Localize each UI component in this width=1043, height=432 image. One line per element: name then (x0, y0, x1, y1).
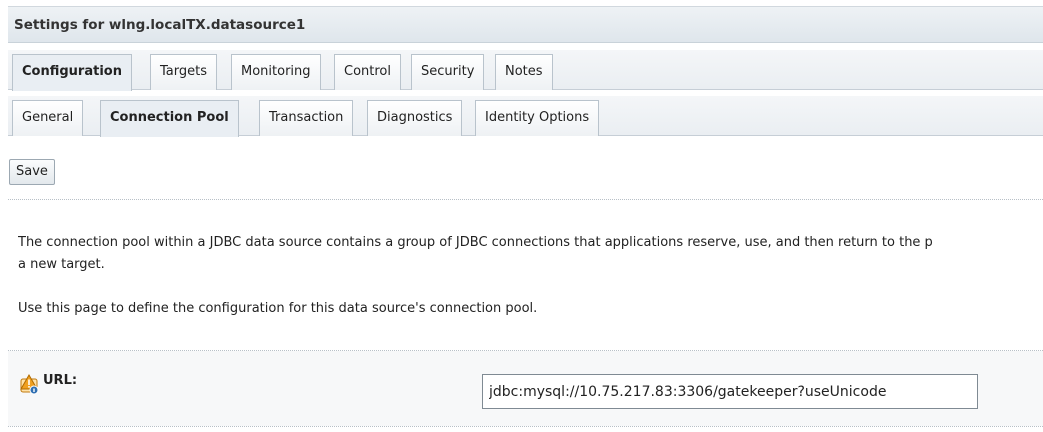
info-warning-icon[interactable] (18, 373, 40, 395)
tab-configuration[interactable]: Configuration (12, 54, 132, 91)
tab-identity-options[interactable]: Identity Options (475, 100, 600, 136)
tab-general[interactable]: General (12, 100, 84, 136)
divider (8, 199, 1043, 200)
tab-notes[interactable]: Notes (495, 54, 553, 90)
url-label: URL: (43, 373, 78, 388)
tab-connection-pool[interactable]: Connection Pool (100, 100, 239, 137)
tab-monitoring[interactable]: Monitoring (231, 54, 321, 90)
tab-transaction[interactable]: Transaction (259, 100, 354, 136)
primary-tab-bar: Configuration Targets Monitoring Control… (8, 50, 1043, 91)
secondary-tab-bar: General Connection Pool Transaction Diag… (8, 96, 1043, 137)
page-header: Settings for wlng.localTX.datasource1 (8, 6, 1043, 43)
divider (8, 426, 1043, 427)
page: Settings for wlng.localTX.datasource1 Co… (0, 0, 1043, 432)
url-field-row: URL: (8, 351, 1043, 426)
page-title: Settings for wlng.localTX.datasource1 (14, 17, 306, 33)
tab-control[interactable]: Control (334, 54, 401, 90)
description-text: The connection pool within a JDBC data s… (18, 232, 1043, 276)
tab-diagnostics[interactable]: Diagnostics (367, 100, 463, 136)
tab-security[interactable]: Security (411, 54, 485, 90)
description-line-1: The connection pool within a JDBC data s… (18, 235, 933, 250)
save-button[interactable]: Save (9, 159, 55, 185)
url-input[interactable] (482, 374, 978, 409)
tab-targets[interactable]: Targets (150, 54, 217, 90)
description-line-2: a new target. (18, 257, 105, 272)
description-line-3: Use this page to define the configuratio… (18, 301, 538, 316)
